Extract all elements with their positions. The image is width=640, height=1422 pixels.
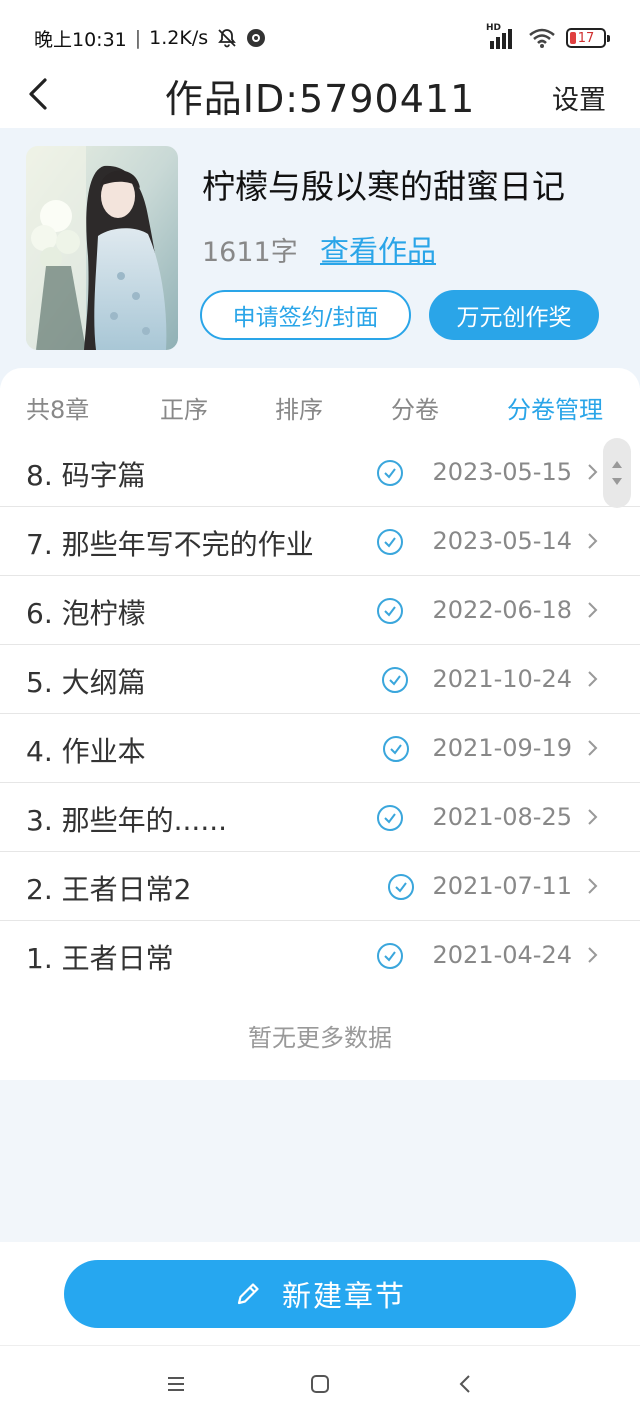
tab-chapter-count: 共8章 <box>26 396 90 424</box>
cover-illustration <box>26 146 178 350</box>
chapter-row[interactable]: 1. 王者日常 2021-04-24 <box>0 921 640 990</box>
bell-mute-icon <box>218 29 237 48</box>
chapter-title: 5. 大纲篇 <box>26 666 146 699</box>
chapter-title: 2. 王者日常2 <box>26 873 192 906</box>
chapter-date: 2021-08-25 <box>432 803 572 831</box>
chevron-right-icon <box>588 602 598 618</box>
tab-bar: 共8章 正序 排序 分卷 分卷管理 <box>0 368 640 438</box>
tab-volume-manage[interactable]: 分卷管理 <box>507 390 603 425</box>
chapter-row[interactable]: 8. 码字篇 2023-05-15 <box>0 438 640 507</box>
scroll-handle[interactable] <box>603 438 631 508</box>
chevron-right-icon <box>588 533 598 549</box>
chapter-date: 2023-05-15 <box>432 458 572 486</box>
tab-volume[interactable]: 分卷 <box>391 390 439 425</box>
menu-icon[interactable] <box>164 1372 188 1396</box>
chapter-title: 3. 那些年的...... <box>26 804 228 837</box>
chevron-right-icon <box>588 809 598 825</box>
check-circle-icon <box>377 529 403 555</box>
home-icon[interactable] <box>308 1372 332 1396</box>
chapter-date: 2021-04-24 <box>432 941 572 969</box>
chapter-date: 2022-06-18 <box>432 596 572 624</box>
check-circle-icon <box>382 667 408 693</box>
status-right: HD 17 <box>486 23 610 52</box>
settings-button[interactable]: 设置 <box>552 78 606 117</box>
chapter-row[interactable]: 7. 那些年写不完的作业 2023-05-14 <box>0 507 640 576</box>
nav-header: 作品ID:5790411 设置 <box>0 60 640 128</box>
new-chapter-label: 新建章节 <box>281 1279 406 1313</box>
book-cover[interactable] <box>26 146 178 350</box>
back-nav-icon[interactable] <box>454 1372 478 1396</box>
system-nav-bar <box>0 1346 640 1422</box>
chevron-right-icon <box>588 464 598 480</box>
page-title: 作品ID:5790411 <box>164 77 476 121</box>
pencil-icon <box>237 1283 259 1305</box>
tab-order[interactable]: 正序 <box>160 390 208 425</box>
wifi-icon <box>529 28 555 48</box>
status-separator: | <box>134 27 142 49</box>
chapter-row[interactable]: 3. 那些年的...... 2021-08-25 <box>0 783 640 852</box>
chapter-date: 2023-05-14 <box>432 527 572 555</box>
check-circle-icon <box>388 874 414 900</box>
status-time: 晚上10:31 <box>34 28 127 51</box>
check-circle-icon <box>383 736 409 762</box>
chevron-right-icon <box>588 740 598 756</box>
chevron-right-icon <box>588 878 598 894</box>
chapter-row[interactable]: 6. 泡柠檬 2022-06-18 <box>0 576 640 645</box>
chapter-title: 6. 泡柠檬 <box>26 597 146 630</box>
battery-level: 17 <box>577 30 595 46</box>
status-left: 晚上10:31 | 1.2K/s <box>34 26 266 51</box>
chapter-row[interactable]: 4. 作业本 2021-09-19 <box>0 714 640 783</box>
chapter-row[interactable]: 2. 王者日常2 2021-07-11 <box>0 852 640 921</box>
status-speed: 1.2K/s <box>149 27 209 49</box>
check-circle-icon <box>377 943 403 969</box>
chapter-panel: 共8章 正序 排序 分卷 分卷管理 8. 码字篇 2023-05-15 7. 那… <box>0 368 640 1080</box>
chapter-row[interactable]: 5. 大纲篇 2021-10-24 <box>0 645 640 714</box>
app-notification-icon <box>247 29 266 47</box>
chapter-date: 2021-07-11 <box>432 872 572 900</box>
check-circle-icon <box>377 805 403 831</box>
chapter-date: 2021-09-19 <box>432 734 572 762</box>
no-more-data-text: 暂无更多数据 <box>248 1024 392 1052</box>
creation-award-button[interactable]: 万元创作奖 <box>429 290 599 340</box>
view-work-link[interactable]: 查看作品 <box>320 228 436 270</box>
tab-sort[interactable]: 排序 <box>275 390 323 425</box>
chapter-date: 2021-10-24 <box>432 665 572 693</box>
apply-sign-button[interactable]: 申请签约/封面 <box>200 290 411 340</box>
book-info: 柠檬与殷以寒的甜蜜日记 1611字 查看作品 申请签约/封面 万元创作奖 <box>0 128 640 388</box>
chapter-title: 8. 码字篇 <box>26 459 146 492</box>
chapter-title: 4. 作业本 <box>26 735 146 768</box>
chevron-right-icon <box>588 671 598 687</box>
bottom-action-bar: 新建章节 <box>0 1242 640 1346</box>
chevron-right-icon <box>588 947 598 963</box>
check-circle-icon <box>377 460 403 486</box>
word-count: 1611字 <box>202 237 298 268</box>
battery-icon: 17 <box>566 28 610 48</box>
empty-area <box>0 1080 640 1242</box>
chapter-title: 1. 王者日常 <box>26 942 174 975</box>
new-chapter-button[interactable]: 新建章节 <box>64 1260 576 1328</box>
signal-icon: HD <box>486 23 518 49</box>
chapter-title: 7. 那些年写不完的作业 <box>26 528 314 561</box>
book-title: 柠檬与殷以寒的甜蜜日记 <box>202 167 565 206</box>
check-circle-icon <box>377 598 403 624</box>
